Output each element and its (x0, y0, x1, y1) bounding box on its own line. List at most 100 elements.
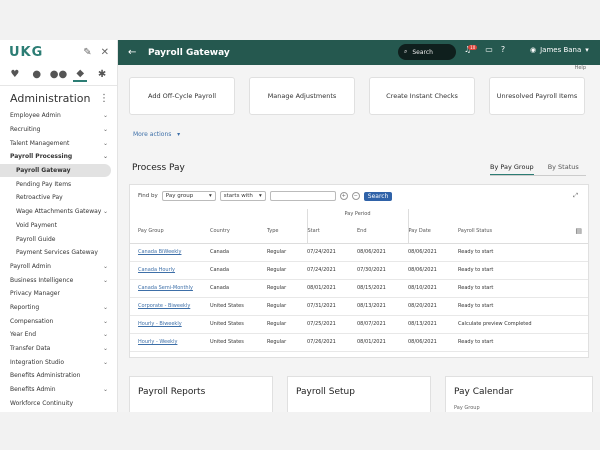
chevron-down-icon: ⌄ (102, 112, 108, 120)
search-button[interactable]: Search (363, 191, 393, 201)
sidebar-item[interactable]: Integration Studio ⌄ (0, 355, 117, 369)
col-pay-group[interactable]: Pay Group (130, 219, 210, 244)
sidebar-item-label: Payroll Admin (10, 262, 51, 270)
help-icon[interactable]: ? (501, 45, 505, 54)
table-row[interactable]: Hourly - Biweekly United States Regular 07/… (130, 315, 588, 334)
sidebar-item[interactable]: Void Payment (0, 219, 117, 233)
kebab-menu-icon[interactable]: ⋮ (99, 93, 109, 104)
table-cell (568, 279, 588, 298)
sidebar-item[interactable]: Transfer Data ⌄ (0, 342, 117, 356)
sidebar-item[interactable]: Employee Admin ⌄ (0, 109, 117, 123)
sidebar-item[interactable]: Workforce Continuity (0, 396, 117, 410)
sidebar-item[interactable]: Compensation ⌄ (0, 314, 117, 328)
pay-group-link[interactable]: Hourly - Biweekly (130, 315, 210, 334)
sidebar-item[interactable]: Year End ⌄ (0, 328, 117, 342)
notifications-icon[interactable]: ♫10 (464, 45, 478, 54)
global-search-button[interactable]: ⌕ Search (398, 44, 456, 60)
table-cell: Ready to start (458, 243, 568, 262)
filter-value-input[interactable] (269, 191, 336, 201)
tile-add-off-cycle-payroll[interactable]: Add Off-Cycle Payroll (129, 77, 235, 115)
sidebar-item-label: Payroll Processing (10, 153, 73, 161)
gear-icon[interactable]: ✱ (95, 68, 109, 82)
sidebar-item[interactable]: Pending Pay Items (0, 177, 117, 191)
pay-calendar-card[interactable]: Pay Calendar Pay Group (445, 376, 593, 412)
close-icon[interactable]: ✕ (101, 47, 109, 58)
sidebar-item[interactable]: Payroll Gateway (0, 163, 111, 178)
pay-calendar-sub: Pay Group (454, 405, 480, 411)
table-cell: Regular (267, 297, 307, 316)
chevron-down-icon: ⌄ (102, 331, 108, 339)
sidebar-nav: Employee Admin ⌄ Recruiting ⌄ Talent Managem… (0, 109, 117, 410)
tile-unresolved-payroll-items[interactable]: Unresolved Payroll Items (489, 77, 585, 115)
ukg-logo: UKG (9, 44, 44, 60)
col-payroll-status[interactable]: Payroll Status (458, 219, 568, 244)
header-icons: ♫10 ▭ ? (464, 45, 505, 54)
sidebar-item[interactable]: Benefits Administration (0, 369, 117, 383)
col-pay-date[interactable]: Pay Date (407, 219, 458, 244)
column-settings-icon[interactable]: ▤ (568, 219, 588, 244)
filter-bar: Find by Pay group ▾ starts with ▾ + − Se… (138, 191, 393, 201)
people-icon[interactable]: ●● (50, 68, 67, 82)
person-icon[interactable]: ● (30, 68, 44, 82)
table-row[interactable]: Corporate - Biweekly United States Regular… (130, 297, 588, 316)
chevron-down-icon: ⌄ (102, 139, 108, 147)
pay-group-link[interactable]: Corporate - Biweekly (130, 297, 210, 316)
find-by-label: Find by (138, 193, 158, 199)
sidebar-item[interactable]: Payroll Processing ⌄ (0, 150, 117, 164)
sidebar-item[interactable]: Talent Management ⌄ (0, 136, 117, 150)
sidebar-item-label: Payment Services Gateway (16, 249, 98, 257)
sidebar-item[interactable]: Privacy Manager (0, 287, 117, 301)
sidebar-item[interactable]: Reporting ⌄ (0, 301, 117, 315)
remove-filter-icon[interactable]: − (351, 192, 360, 200)
table-row[interactable]: Canada Hourly Canada Regular 07/24/2021 07/3… (130, 261, 588, 280)
sidebar-item[interactable]: Payment Services Gateway (0, 246, 117, 260)
table-body: Canada BiWeekly Canada Regular 07/24/2021 08… (130, 243, 588, 352)
pay-group-link[interactable]: Canada Hourly (130, 261, 210, 280)
user-menu[interactable]: ◉ James Bana ▾ (530, 46, 589, 54)
sidebar-item[interactable]: Benefits Admin ⌄ (0, 383, 117, 397)
payroll-setup-card[interactable]: Payroll Setup (287, 376, 431, 412)
more-actions-dropdown[interactable]: More actions ▾ (133, 131, 180, 138)
operator-select[interactable]: starts with ▾ (219, 191, 266, 201)
col-country[interactable]: Country (210, 219, 267, 244)
sidebar-item[interactable]: Retroactive Pay (0, 191, 117, 205)
heart-icon[interactable]: ♥ (8, 68, 22, 82)
col-start[interactable]: Start (306, 219, 357, 244)
table-cell: 08/06/2021 (357, 243, 408, 262)
sidebar-item[interactable]: Payroll Guide (0, 232, 117, 246)
table-cell: 08/01/2021 (357, 333, 408, 352)
sidebar-item[interactable]: Payroll Admin ⌄ (0, 260, 117, 274)
table-row[interactable]: Canada Semi-Monthly Canada Regular 08/01/20… (130, 279, 588, 298)
col-type[interactable]: Type (267, 219, 307, 244)
field-select[interactable]: Pay group ▾ (161, 191, 216, 201)
table-cell: 08/06/2021 (408, 261, 458, 280)
pay-group-link[interactable]: Canada BiWeekly (130, 243, 210, 262)
help-link[interactable]: Help (575, 65, 586, 71)
admin-person-icon[interactable]: ◆ (73, 68, 88, 82)
col-end[interactable]: End (357, 219, 408, 244)
pay-group-link[interactable]: Canada Semi-Monthly (130, 279, 210, 298)
table-row[interactable]: Hourly - Weekly United States Regular 07/26… (130, 333, 588, 352)
table-cell: Ready to start (458, 279, 568, 298)
pay-group-link[interactable]: Hourly - Weekly (130, 333, 210, 352)
sidebar-item[interactable]: Recruiting ⌄ (0, 123, 117, 137)
add-filter-icon[interactable]: + (339, 192, 348, 200)
table-row[interactable]: Canada BiWeekly Canada Regular 07/24/2021 08… (130, 243, 588, 262)
tile-create-instant-checks[interactable]: Create Instant Checks (369, 77, 475, 115)
sidebar-item[interactable]: Wage Attachments Gateway ⌄ (0, 205, 117, 219)
table-cell (568, 261, 588, 280)
sidebar-item-label: Workforce Continuity (10, 399, 74, 407)
tile-manage-adjustments[interactable]: Manage Adjustments (249, 77, 355, 115)
sidebar-item[interactable]: Business Intelligence ⌄ (0, 273, 117, 287)
back-arrow-icon[interactable]: ← (128, 47, 140, 58)
table-cell (568, 297, 588, 316)
table-cell: United States (210, 297, 267, 316)
pin-icon[interactable]: ✎ (83, 47, 91, 58)
chevron-down-icon: ▾ (259, 193, 262, 199)
payroll-reports-card[interactable]: Payroll Reports (129, 376, 273, 412)
table-cell: Ready to start (458, 333, 568, 352)
expand-icon[interactable]: ⤢ (573, 192, 578, 200)
table-cell (568, 243, 588, 262)
more-actions-label: More actions (133, 131, 172, 138)
messages-icon[interactable]: ▭ (485, 45, 493, 54)
